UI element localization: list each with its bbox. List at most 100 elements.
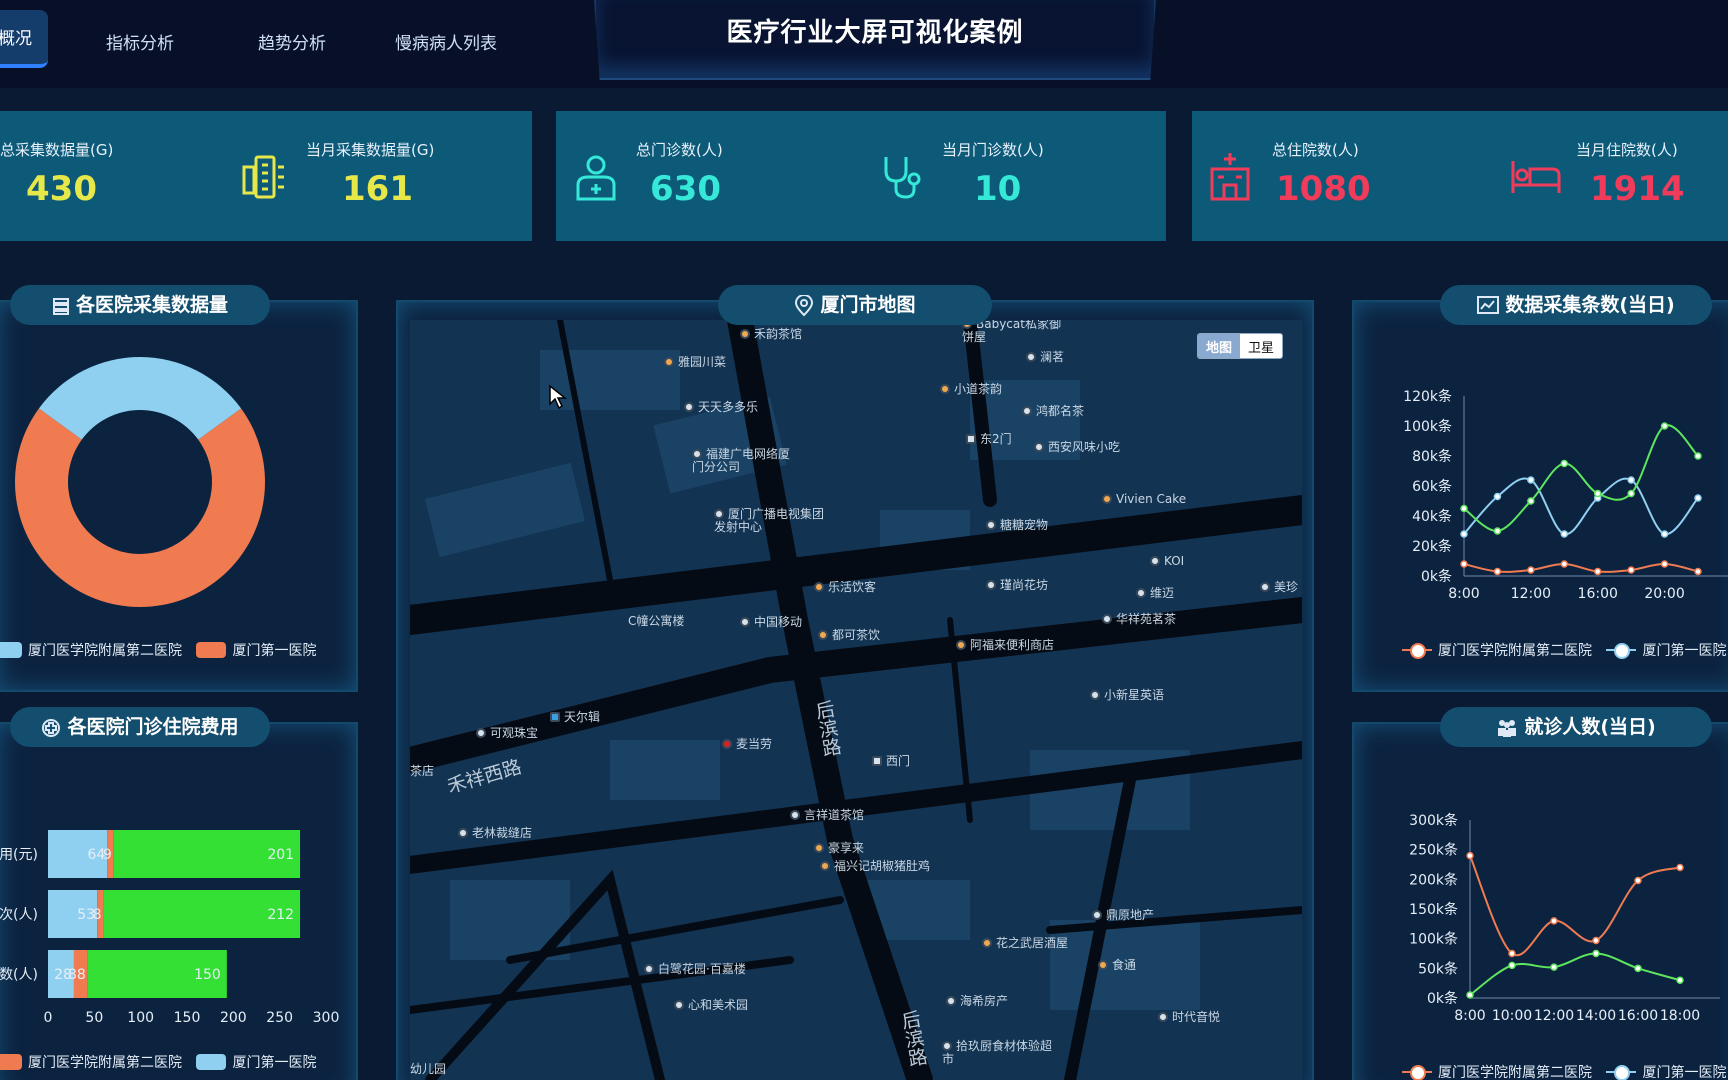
series-line — [1469, 952, 1681, 996]
series-point — [1508, 949, 1516, 958]
map-poi[interactable]: 美珍 — [1260, 578, 1298, 595]
map-poi[interactable]: KOI — [1150, 554, 1184, 568]
x-tick-label: 8:00 — [1454, 1008, 1485, 1024]
bar-category-label: 次(人) — [0, 907, 38, 923]
map-poi[interactable]: 花之武居酒屋 — [982, 934, 1068, 951]
map-poi[interactable]: 福建广电网络厦门分公司 — [692, 448, 792, 474]
map-poi[interactable]: 福兴记胡椒猪肚鸡 — [820, 860, 930, 873]
x-tick-label: 12:00 — [1534, 1008, 1574, 1024]
mouse-cursor-icon — [549, 384, 568, 410]
map-poi[interactable]: 西门 — [872, 752, 910, 769]
map-poi[interactable]: 东2门 — [966, 430, 1012, 447]
tab-trend-analysis[interactable]: 趋势分析 — [258, 24, 326, 64]
tab-overview[interactable]: 概况 — [0, 10, 48, 68]
tab-chronic-patients[interactable]: 慢病病人列表 — [395, 24, 497, 64]
tab-indicator-analysis[interactable]: 指标分析 — [106, 24, 174, 64]
x-tick-label: 20:00 — [1644, 586, 1684, 602]
legend-item-hospital-b[interactable]: 厦门第一医院 — [196, 1054, 316, 1071]
map-poi[interactable]: 雅园川菜 — [664, 353, 726, 370]
map-type-satellite-button[interactable]: 卫星 — [1240, 334, 1283, 358]
map-poi[interactable]: 中国移动 — [740, 613, 802, 630]
map-poi[interactable]: 小道茶韵 — [940, 380, 1002, 397]
map-poi[interactable]: 茶店 — [410, 762, 434, 779]
legend-item-hospital-b[interactable]: 厦门第一医院 — [196, 642, 316, 659]
map-poi[interactable]: 天尔辑 — [550, 708, 600, 725]
map-poi[interactable]: 可观珠宝 — [476, 724, 538, 741]
map-poi[interactable]: 幼儿园 — [410, 1060, 446, 1077]
series-point — [1627, 566, 1635, 574]
stat-panel-outpatient: 总门诊数(人) 630 当月门诊数(人) 10 — [556, 111, 1166, 241]
map-poi[interactable]: 华祥苑茗茶 — [1102, 610, 1176, 627]
daily-collection-title: 数据采集条数(当日) — [1440, 285, 1712, 325]
stat-value-month-outpatient: 10 — [974, 169, 1022, 209]
map-poi[interactable]: 豪享来 — [814, 839, 864, 856]
series-point — [1493, 527, 1502, 535]
map-canvas[interactable]: 禾祥西路 后滨路 后滨路 禾韵茶馆 雅园川菜 天天多多乐 福建广电网络厦门分公司… — [410, 320, 1302, 1080]
legend-item-hospital-a[interactable]: 厦门医学院附属第二医院 — [0, 1054, 182, 1071]
top-bar: 概况 指标分析 趋势分析 慢病病人列表 医疗行业大屏可视化案例 — [0, 0, 1728, 88]
map-poi[interactable]: Vivien Cake — [1102, 492, 1186, 506]
legend-item-hospital-a[interactable]: 厦门医学院附属第二医院 — [1402, 643, 1592, 659]
y-tick-label: 50k条 — [1418, 960, 1458, 977]
map-poi[interactable]: 言祥道茶馆 — [790, 806, 864, 823]
map-poi[interactable]: 阿福来便利商店 — [956, 636, 1054, 653]
map-poi[interactable]: 老林裁缝店 — [458, 824, 532, 841]
map-poi[interactable]: 白鹭花园·百嘉楼 — [644, 960, 746, 977]
legend-item-hospital-b[interactable]: 厦门第一医院 — [1606, 643, 1726, 659]
map-poi[interactable]: 维迈 — [1136, 584, 1174, 601]
map-poi[interactable]: 心和美术园 — [674, 996, 748, 1013]
y-tick-label: 100k条 — [1409, 931, 1458, 948]
map-poi[interactable]: C幢公寓楼 — [628, 612, 684, 629]
bed-icon — [1511, 161, 1561, 193]
x-tick-label: 8:00 — [1448, 586, 1479, 602]
map-poi[interactable]: 小新星英语 — [1090, 686, 1164, 703]
series-point — [1676, 863, 1684, 872]
map-poi[interactable]: 天天多多乐 — [684, 398, 758, 415]
map-poi[interactable]: 海希房产 — [946, 992, 1008, 1009]
map-poi[interactable]: 鼎原地产 — [1092, 906, 1154, 923]
map-poi[interactable]: 麦当劳 — [722, 735, 772, 752]
legend-item-hospital-b[interactable]: 厦门第一医院 — [1606, 1065, 1726, 1080]
donut-slice — [14, 408, 265, 607]
map-poi[interactable]: 拾玖厨食材体验超市 — [942, 1040, 1052, 1066]
series-point — [1694, 452, 1702, 460]
chart-board-icon — [1477, 295, 1500, 314]
map-poi[interactable]: 糖糖宠物 — [986, 516, 1048, 533]
series-point — [1593, 567, 1602, 576]
y-tick-label: 250k条 — [1409, 842, 1458, 859]
doctor-icon — [576, 155, 616, 201]
map-poi[interactable]: 厦门广播电视集团发射中心 — [714, 508, 826, 534]
series-point — [1527, 497, 1535, 505]
stat-value-month-inpatient: 1914 — [1590, 169, 1685, 209]
x-tick-label: 200 — [220, 1010, 247, 1026]
map-poi[interactable]: 禾韵茶馆 — [740, 325, 802, 342]
series-point — [1560, 560, 1569, 568]
map-poi[interactable]: 都可茶饮 — [818, 626, 880, 643]
series-point — [1660, 530, 1669, 538]
map-poi[interactable]: 西安风味小吃 — [1034, 438, 1120, 455]
map-type-standard-button[interactable]: 地图 — [1198, 334, 1241, 358]
bar-data-label: 150 — [194, 967, 221, 983]
map-type-toggle[interactable]: 地图 卫星 — [1197, 333, 1284, 359]
map-poi[interactable]: 时代音悦 — [1158, 1008, 1220, 1025]
stat-panel-inpatient: 总住院数(人) 1080 当月住院数(人) 1914 — [1192, 111, 1728, 241]
y-tick-label: 100k条 — [1403, 418, 1452, 435]
x-tick-label: 250 — [266, 1010, 293, 1026]
hospital-icon — [1210, 153, 1250, 201]
database-icon — [52, 297, 69, 315]
stat-value-total-collected: 430 — [26, 169, 97, 209]
bar-category-label: 数(人) — [0, 967, 38, 983]
legend-item-hospital-a[interactable]: 厦门医学院附属第二医院 — [1402, 1065, 1592, 1080]
map-poi[interactable]: 鸿都名茶 — [1022, 402, 1084, 419]
daily-visits-title: 就诊人数(当日) — [1440, 707, 1712, 747]
map-poi[interactable]: 瑾尚花坊 — [986, 576, 1048, 593]
bar-category-label: 用(元) — [0, 847, 38, 863]
map-poi[interactable]: 乐活饮客 — [814, 578, 876, 595]
legend-item-hospital-a[interactable]: 厦门医学院附属第二医院 — [0, 642, 182, 659]
x-tick-label: 16:00 — [1578, 586, 1618, 602]
series-point — [1466, 851, 1474, 860]
stat-label-total-collected: 总采集数据量(G) — [0, 141, 114, 159]
map-poi[interactable]: 澜茗 — [1026, 348, 1064, 365]
stat-value-total-outpatient: 630 — [650, 169, 721, 209]
map-poi[interactable]: 食通 — [1098, 956, 1136, 973]
